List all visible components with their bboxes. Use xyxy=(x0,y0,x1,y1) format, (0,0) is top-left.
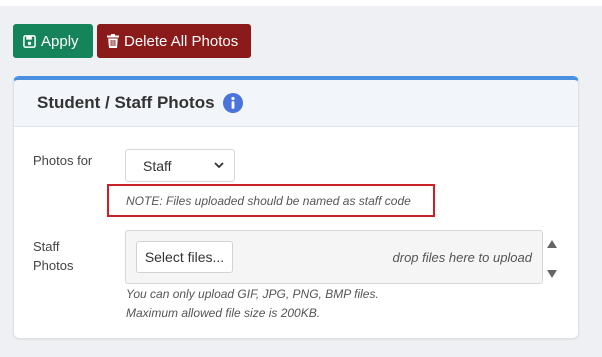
staff-photos-label: Staff Photos xyxy=(33,239,74,273)
photos-for-select[interactable]: Staff xyxy=(125,149,235,182)
panel-title: Student / Staff Photos xyxy=(37,93,215,112)
photos-for-value: Staff xyxy=(143,157,172,174)
apply-button[interactable]: Apply xyxy=(13,24,93,58)
file-types-hint: You can only upload GIF, JPG, PNG, BMP f… xyxy=(126,287,379,301)
scroll-down-arrow-icon[interactable] xyxy=(546,269,558,279)
scroll-up-arrow-icon[interactable] xyxy=(546,239,558,249)
apply-label: Apply xyxy=(41,32,79,50)
photos-for-label: Photos for xyxy=(33,153,93,168)
file-size-hint: Maximum allowed file size is 200KB. xyxy=(126,306,321,320)
trash-icon xyxy=(107,34,119,48)
naming-note-text: NOTE: Files uploaded should be named as … xyxy=(126,193,411,208)
panel-header: Student / Staff Photos xyxy=(14,80,578,127)
chevron-down-icon xyxy=(214,162,224,169)
drop-hint: drop files here to upload xyxy=(392,250,532,265)
delete-all-photos-button[interactable]: Delete All Photos xyxy=(97,24,251,58)
photos-panel: Student / Staff Photos Photos for Staff … xyxy=(13,76,579,339)
delete-all-photos-label: Delete All Photos xyxy=(124,32,239,50)
select-files-button[interactable]: Select files... xyxy=(136,241,233,273)
top-strip xyxy=(0,0,602,6)
naming-note: NOTE: Files uploaded should be named as … xyxy=(107,184,435,217)
toolbar: Apply Delete All Photos xyxy=(13,24,251,58)
info-icon[interactable] xyxy=(222,93,243,113)
floppy-disk-icon xyxy=(23,34,36,48)
file-drop-zone[interactable]: Select files... drop files here to uploa… xyxy=(125,230,543,284)
